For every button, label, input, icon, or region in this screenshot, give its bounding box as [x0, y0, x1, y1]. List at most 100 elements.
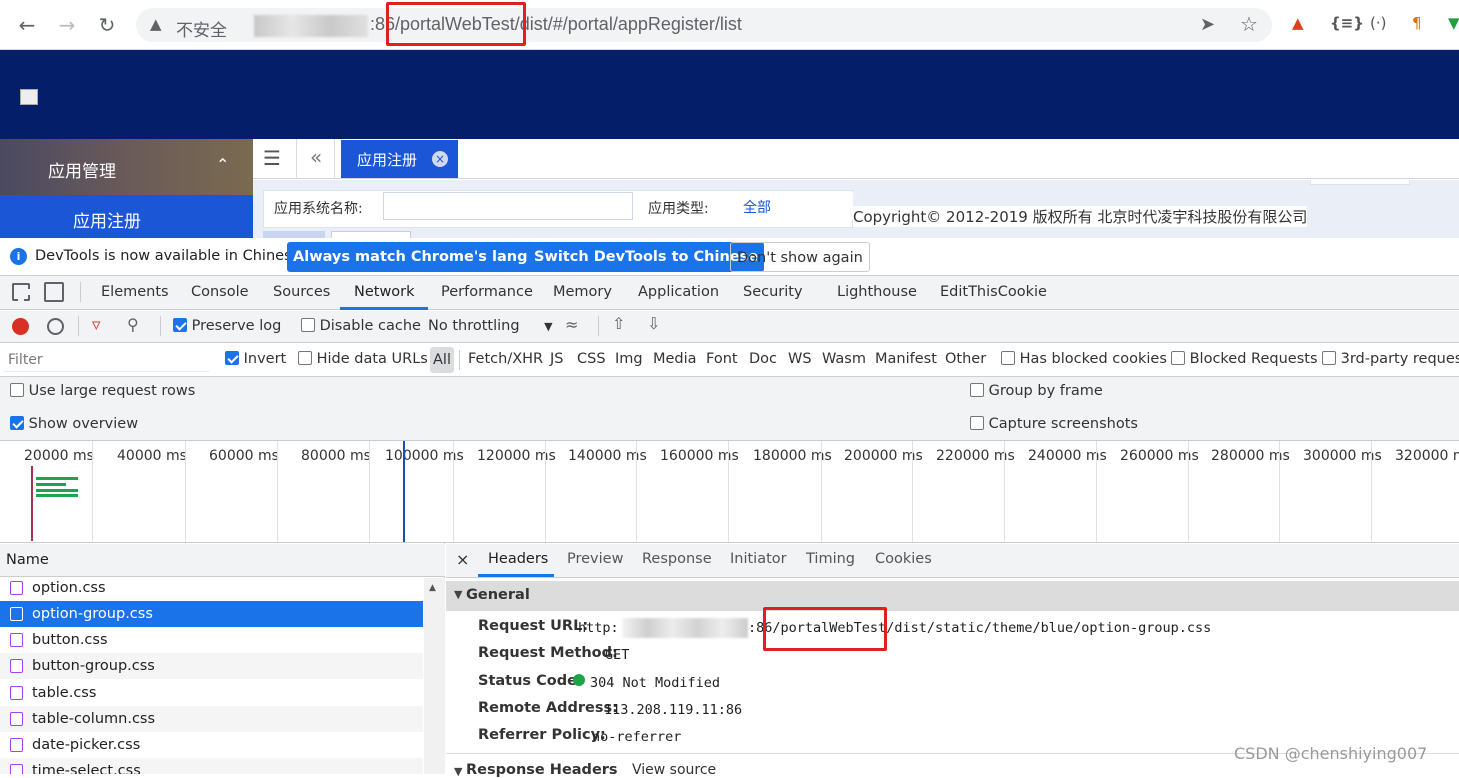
type-filter-img[interactable]: Img	[615, 351, 643, 367]
request-row[interactable]: table-column.css	[0, 706, 423, 732]
request-row[interactable]: button-group.css	[0, 653, 423, 679]
request-row-selected[interactable]: option-group.css	[0, 601, 423, 627]
chevron-up-icon[interactable]: ⌃	[216, 155, 229, 174]
show-overview-checkbox[interactable]: Show overview	[10, 416, 138, 432]
name-column-header[interactable]: Name	[0, 544, 445, 577]
tab-cookies[interactable]: Cookies	[875, 551, 932, 567]
json-extension-icon[interactable]: {≡}	[1330, 14, 1364, 32]
forward-icon[interactable]: →	[54, 12, 80, 38]
invert-checkbox[interactable]: Invert	[225, 351, 286, 367]
checkbox[interactable]	[301, 318, 315, 332]
switch-to-chinese-button[interactable]: Switch DevTools to Chinese	[528, 242, 765, 272]
view-source-link[interactable]: View source	[632, 762, 716, 778]
checkbox[interactable]	[298, 351, 312, 365]
device-toolbar-icon[interactable]	[44, 282, 64, 302]
blocked-requests-checkbox[interactable]: Blocked Requests	[1171, 351, 1318, 367]
type-filter-font[interactable]: Font	[706, 351, 738, 367]
reload-icon[interactable]: ↻	[94, 12, 120, 38]
tab-memory[interactable]: Memory	[553, 284, 612, 300]
tab-elements[interactable]: Elements	[101, 284, 169, 300]
app-name-input[interactable]	[383, 192, 633, 220]
close-icon[interactable]: ×	[456, 550, 469, 569]
checkbox[interactable]	[1001, 351, 1015, 365]
type-filter-ws[interactable]: WS	[788, 351, 812, 367]
request-row[interactable]: option.css	[0, 575, 423, 601]
sidebar-item-app-register[interactable]: 应用注册	[0, 195, 253, 238]
type-filter-doc[interactable]: Doc	[749, 351, 777, 367]
button-stub[interactable]	[263, 231, 325, 238]
preserve-log-checkbox[interactable]: Preserve log	[173, 318, 281, 334]
checkbox[interactable]	[970, 383, 984, 397]
filter-icon[interactable]: ▿	[92, 315, 101, 335]
network-conditions-icon[interactable]: ≈	[565, 315, 578, 334]
general-section-header[interactable]: ▼ General	[446, 581, 1459, 611]
request-row[interactable]: date-picker.css	[0, 732, 423, 758]
type-filter-media[interactable]: Media	[653, 351, 697, 367]
tab-editthiscookie[interactable]: EditThisCookie	[940, 284, 1047, 300]
back-icon[interactable]: ←	[14, 12, 40, 38]
dont-show-again-button[interactable]: Don't show again	[730, 242, 870, 272]
vue-extension-icon[interactable]: ▼	[1448, 14, 1459, 32]
tab-timing[interactable]: Timing	[806, 551, 855, 567]
sidebar-group-app-management[interactable]: 应用管理 ⌃	[0, 139, 253, 195]
scrollbar[interactable]: ▲	[424, 578, 445, 774]
has-blocked-cookies-checkbox[interactable]: Has blocked cookies	[1001, 351, 1167, 367]
request-row[interactable]: button.css	[0, 627, 423, 653]
checkbox[interactable]	[1171, 351, 1185, 365]
tab-initiator[interactable]: Initiator	[730, 551, 787, 567]
tab-console[interactable]: Console	[191, 284, 249, 300]
close-icon[interactable]: ×	[432, 151, 448, 167]
clear-icon[interactable]	[47, 318, 64, 335]
checkbox[interactable]	[10, 383, 24, 397]
collapse-icon[interactable]: «	[310, 145, 322, 169]
type-filter-wasm[interactable]: Wasm	[822, 351, 866, 367]
request-row[interactable]: table.css	[0, 680, 423, 706]
warning-icon[interactable]: ▲	[150, 15, 162, 33]
star-icon[interactable]: ☆	[1240, 12, 1258, 36]
type-filter-fetch-xhr[interactable]: Fetch/XHR	[468, 351, 543, 367]
inspect-element-icon[interactable]	[12, 283, 30, 301]
pilcrow-extension-icon[interactable]: ¶	[1412, 14, 1422, 32]
checkbox-checked[interactable]	[10, 416, 24, 430]
large-rows-checkbox[interactable]: Use large request rows	[10, 383, 195, 399]
tab-preview[interactable]: Preview	[567, 551, 623, 567]
tab-network[interactable]: Network	[354, 284, 415, 300]
menu-icon[interactable]: ☰	[263, 146, 281, 170]
tab-lighthouse[interactable]: Lighthouse	[837, 284, 917, 300]
tab-security[interactable]: Security	[743, 284, 803, 300]
checkbox[interactable]	[1322, 351, 1336, 365]
checkbox-checked[interactable]	[173, 318, 187, 332]
third-party-checkbox[interactable]: 3rd-party requests	[1322, 351, 1459, 367]
tab-application[interactable]: Application	[638, 284, 719, 300]
group-by-frame-checkbox[interactable]: Group by frame	[970, 383, 1103, 399]
type-filter-all[interactable]: All	[430, 347, 454, 373]
scroll-up-icon[interactable]: ▲	[429, 583, 436, 593]
checkbox[interactable]	[970, 416, 984, 430]
type-filter-js[interactable]: JS	[550, 351, 563, 367]
export-har-icon[interactable]: ⇩	[647, 314, 660, 333]
record-icon[interactable]	[12, 318, 29, 335]
disable-cache-checkbox[interactable]: Disable cache	[301, 318, 421, 334]
search-icon[interactable]: ⚲	[127, 315, 139, 334]
response-headers-label[interactable]: Response Headers	[466, 762, 618, 778]
tab-app-register[interactable]: 应用注册 ×	[341, 140, 458, 178]
tab-response[interactable]: Response	[642, 551, 712, 567]
throttling-select[interactable]: No throttling ▼	[428, 318, 553, 334]
checkbox-checked[interactable]	[225, 351, 239, 365]
tab-sources[interactable]: Sources	[273, 284, 330, 300]
type-filter-manifest[interactable]: Manifest	[875, 351, 937, 367]
tab-performance[interactable]: Performance	[441, 284, 533, 300]
type-filter-css[interactable]: CSS	[577, 351, 606, 367]
circle-extension-icon[interactable]: (·)	[1370, 14, 1386, 32]
hide-data-urls-checkbox[interactable]: Hide data URLs	[298, 351, 428, 367]
type-filter-other[interactable]: Other	[945, 351, 986, 367]
filter-input[interactable]: Filter	[4, 348, 210, 372]
app-type-select[interactable]: 全部	[727, 192, 853, 220]
tab-headers[interactable]: Headers	[488, 551, 548, 567]
send-icon[interactable]: ➤	[1200, 14, 1215, 35]
import-har-icon[interactable]: ⇧	[612, 314, 625, 333]
request-row[interactable]: time-select.css	[0, 758, 423, 774]
button-stub[interactable]	[331, 231, 411, 238]
extension-icon[interactable]: ▲	[1292, 14, 1304, 32]
capture-screenshots-checkbox[interactable]: Capture screenshots	[970, 416, 1138, 432]
